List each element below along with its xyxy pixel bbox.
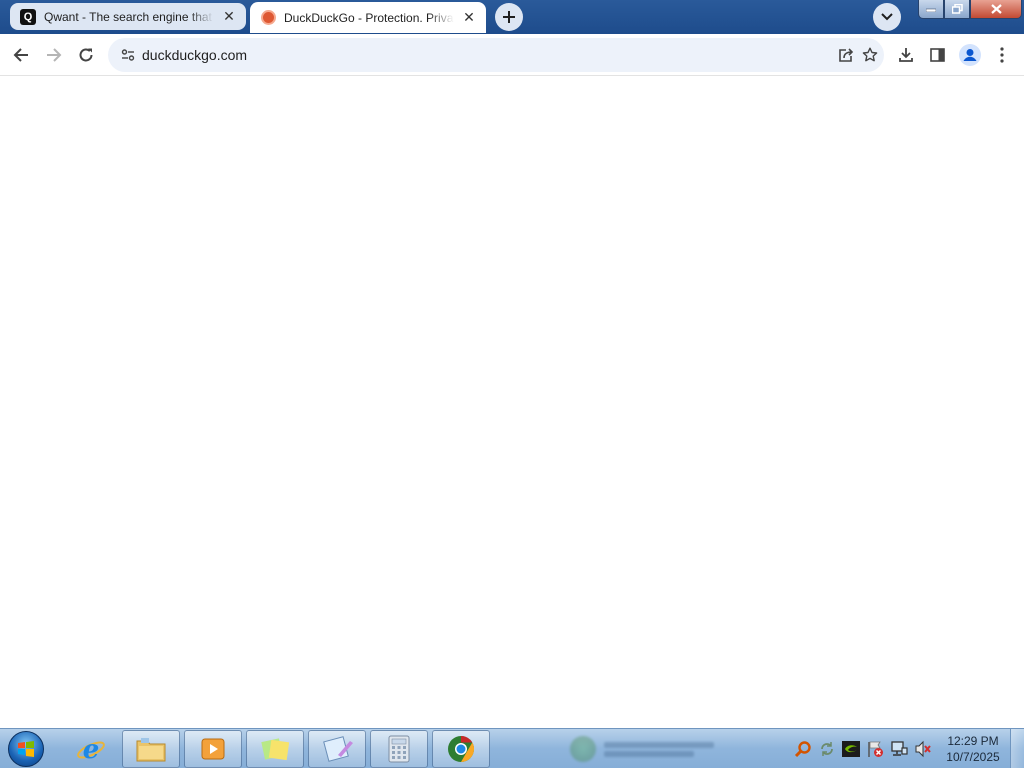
window-preview-ghost bbox=[570, 735, 730, 763]
tray-network-icon[interactable] bbox=[890, 740, 908, 758]
profile-button[interactable] bbox=[954, 39, 986, 71]
back-button[interactable] bbox=[5, 39, 37, 71]
reload-icon bbox=[79, 48, 93, 62]
sticky-notes-icon bbox=[261, 738, 290, 761]
taskbar-internet-explorer[interactable]: e bbox=[62, 730, 120, 768]
tray-action-center-icon[interactable] bbox=[866, 740, 884, 758]
share-icon bbox=[839, 47, 854, 62]
browser-globe-icon bbox=[448, 735, 475, 763]
tab-close-icon[interactable]: ✕ bbox=[220, 8, 238, 26]
download-icon bbox=[899, 48, 913, 62]
bookmark-button[interactable] bbox=[858, 43, 882, 67]
tab-close-icon[interactable]: ✕ bbox=[460, 9, 478, 27]
menu-dots-icon bbox=[1000, 47, 1004, 63]
svg-text:e: e bbox=[83, 735, 100, 764]
title-bar: Q Qwant - The search engine that ✕ DuckD… bbox=[0, 0, 1024, 34]
browser-toolbar: duckduckgo.com bbox=[0, 34, 1024, 76]
menu-button[interactable] bbox=[986, 39, 1018, 71]
qwant-logo-icon: Q bbox=[20, 8, 36, 25]
taskbar: e 12:29 PM 10/7/2025 bbox=[0, 728, 1024, 768]
calculator-icon bbox=[388, 735, 410, 763]
windows-start-orb-icon bbox=[8, 731, 44, 767]
volume-muted-icon bbox=[915, 740, 931, 758]
taskbar-chrome-browser[interactable] bbox=[432, 730, 490, 768]
nvidia-icon bbox=[842, 741, 860, 757]
site-info-button[interactable] bbox=[116, 43, 140, 67]
download-button[interactable] bbox=[890, 39, 922, 71]
tray-nvidia-icon[interactable] bbox=[842, 740, 860, 758]
tray-sync-icon[interactable] bbox=[818, 740, 836, 758]
media-player-icon bbox=[201, 738, 225, 760]
new-tab-button[interactable] bbox=[495, 3, 523, 31]
duckduckgo-logo-icon bbox=[260, 10, 276, 26]
show-desktop-button[interactable] bbox=[1010, 729, 1024, 768]
tune-settings-icon bbox=[121, 49, 135, 61]
window-controls bbox=[918, 0, 1022, 19]
internet-explorer-icon: e bbox=[77, 735, 105, 764]
taskbar-notepad[interactable] bbox=[308, 730, 366, 768]
page-content bbox=[0, 77, 1024, 728]
tab-duckduckgo[interactable]: DuckDuckGo - Protection. Privacy ✕ bbox=[250, 2, 486, 33]
network-icon bbox=[891, 741, 908, 756]
tab-title: DuckDuckGo - Protection. Privacy bbox=[284, 10, 454, 25]
reload-button[interactable] bbox=[70, 39, 102, 71]
chevron-down-icon bbox=[881, 13, 893, 21]
bookmark-star-icon bbox=[862, 47, 878, 62]
tray-search-icon[interactable] bbox=[794, 740, 812, 758]
address-bar[interactable]: duckduckgo.com bbox=[108, 38, 884, 72]
taskbar-file-explorer[interactable] bbox=[122, 730, 180, 768]
tab-qwant[interactable]: Q Qwant - The search engine that ✕ bbox=[10, 3, 246, 30]
url-text[interactable]: duckduckgo.com bbox=[142, 47, 247, 63]
close-icon bbox=[990, 4, 1002, 14]
taskbar-media-player[interactable] bbox=[184, 730, 242, 768]
search-magnifier-icon bbox=[794, 741, 811, 758]
system-clock[interactable]: 12:29 PM 10/7/2025 bbox=[940, 733, 1006, 765]
taskbar-sticky-notes[interactable] bbox=[246, 730, 304, 768]
folder-icon bbox=[136, 738, 166, 762]
restore-icon bbox=[951, 4, 963, 14]
tab-search-button[interactable] bbox=[873, 3, 901, 31]
clock-time: 12:29 PM bbox=[947, 734, 999, 748]
side-panel-icon bbox=[929, 48, 945, 62]
network-sync-icon bbox=[821, 742, 833, 756]
plus-icon bbox=[503, 11, 515, 23]
minimize-icon bbox=[926, 8, 936, 12]
action-center-flag-icon bbox=[868, 741, 883, 757]
maximize-button[interactable] bbox=[944, 0, 970, 19]
start-button[interactable] bbox=[4, 730, 48, 768]
tray-volume-icon[interactable] bbox=[914, 740, 932, 758]
close-window-button[interactable] bbox=[970, 0, 1022, 19]
notepad-icon bbox=[323, 736, 353, 762]
minimize-button[interactable] bbox=[918, 0, 944, 19]
profile-icon bbox=[959, 44, 981, 66]
tab-title: Qwant - The search engine that bbox=[44, 9, 212, 24]
arrow-right-icon bbox=[47, 48, 62, 62]
side-panel-button[interactable] bbox=[921, 39, 953, 71]
forward-button[interactable] bbox=[38, 39, 70, 71]
arrow-left-icon bbox=[13, 48, 28, 62]
clock-date: 10/7/2025 bbox=[946, 750, 1000, 764]
taskbar-calculator[interactable] bbox=[370, 730, 428, 768]
share-button[interactable] bbox=[834, 43, 858, 67]
